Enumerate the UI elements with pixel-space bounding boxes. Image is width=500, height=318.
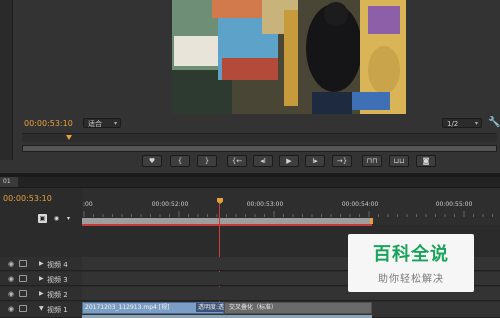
ruler-label: 00:00:55:00 xyxy=(435,201,473,208)
video-frame-image xyxy=(172,0,406,114)
playback-resolution-value: 1/2 xyxy=(447,120,459,128)
ruler-label: 00:00:53:00 xyxy=(246,201,284,208)
watermark-subtitle: 助你轻松解决 xyxy=(378,274,444,285)
collapse-triangle-icon[interactable]: ▼ xyxy=(39,305,44,312)
transition-label: 交叉叠化（标准） xyxy=(229,304,278,311)
add-marker-icon[interactable]: ◉ xyxy=(52,214,61,223)
eye-icon[interactable]: ◉ xyxy=(8,260,14,268)
marker-icon[interactable]: ▾ xyxy=(64,214,73,223)
ruler-label: 00:00:54:00 xyxy=(341,201,379,208)
mark-out-button[interactable]: } xyxy=(197,155,217,167)
watermark-title: 百科全说 xyxy=(373,244,449,265)
timeline-ruler[interactable]: :00 00:00:52:00 00:00:53:00 00:00:54:00 … xyxy=(82,189,500,226)
track-label: 视频 2 xyxy=(47,291,68,299)
step-back-button[interactable]: ◂I xyxy=(253,155,273,167)
zoom-fit-dropdown[interactable]: 适合 ▾ xyxy=(83,118,121,128)
film-icon[interactable] xyxy=(19,275,27,282)
go-to-out-button[interactable]: →} xyxy=(332,155,352,167)
video-preview xyxy=(172,0,406,114)
zoom-fit-value: 适合 xyxy=(88,120,102,128)
step-forward-button[interactable]: I▸ xyxy=(305,155,325,167)
wrench-icon[interactable]: 🔧 xyxy=(488,117,500,128)
monitor-time-ruler[interactable] xyxy=(22,133,497,142)
film-icon[interactable] xyxy=(19,260,27,267)
film-icon[interactable] xyxy=(19,305,27,312)
timeline-tab-bar: 01 xyxy=(0,177,500,188)
monitor-zoom-scrollbar[interactable] xyxy=(22,145,497,152)
mark-in-button[interactable]: { xyxy=(170,155,190,167)
track-header-video-2[interactable]: ◉ ▶ 视频 2 xyxy=(0,287,82,301)
clip-tag: [视] xyxy=(158,304,170,311)
timeline-timecode[interactable]: 00:00:53:10 xyxy=(3,194,52,203)
ruler-label: 00:00:52:00 xyxy=(151,201,189,208)
monitor-timecode[interactable]: 00:00:53:10 xyxy=(24,119,73,128)
track-header-video-3[interactable]: ◉ ▶ 视频 3 xyxy=(0,272,82,286)
cross-dissolve-transition[interactable]: 交叉叠化（标准） xyxy=(224,302,372,314)
go-to-in-button[interactable]: {← xyxy=(227,155,247,167)
eye-icon[interactable]: ◉ xyxy=(8,290,14,298)
track-label: 视频 3 xyxy=(47,276,68,284)
clip-name: 20171203_112913.mp4 xyxy=(85,304,157,311)
track-header-video-4[interactable]: ◉ ▶ 视频 4 xyxy=(0,257,82,271)
transport-controls: ♥ {} {← ◂I ▶ I▸ →} ⊓⊓ ⊔⊔ ◙ xyxy=(0,155,500,169)
tab-sequence[interactable]: 01 xyxy=(0,177,18,187)
eye-icon[interactable]: ◉ xyxy=(8,275,14,283)
snap-icon[interactable]: ▣ xyxy=(38,214,47,223)
eye-icon[interactable]: ◉ xyxy=(8,305,14,313)
track-label: 视频 4 xyxy=(47,261,68,269)
watermark-logo: 百科全说 助你轻松解决 xyxy=(348,234,474,292)
chevron-down-icon: ▾ xyxy=(113,120,117,127)
render-status-bar xyxy=(82,224,372,226)
expand-triangle-icon[interactable]: ▶ xyxy=(39,260,44,267)
chevron-down-icon: ▾ xyxy=(474,120,478,127)
source-panel-edge xyxy=(0,0,13,160)
ruler-label: :00 xyxy=(83,201,93,208)
lift-button[interactable]: ⊓⊓ xyxy=(362,155,382,167)
film-icon[interactable] xyxy=(19,290,27,297)
track-header-video-1[interactable]: ◉ ▼ 视频 1 xyxy=(0,302,82,318)
track-label: 视频 1 xyxy=(47,306,68,314)
add-marker-button[interactable]: ♥ xyxy=(142,155,162,167)
export-frame-button[interactable]: ◙ xyxy=(416,155,436,167)
expand-triangle-icon[interactable]: ▶ xyxy=(39,275,44,282)
program-monitor: 00:00:53:10 适合 ▾ 1/2 ▾ 🔧 ♥ {} {← ◂I ▶ I▸ →} ⊓⊓ ⊔… xyxy=(0,0,500,173)
playback-resolution-dropdown[interactable]: 1/2 ▾ xyxy=(442,118,482,128)
ruler-ticks xyxy=(83,211,493,217)
extract-button[interactable]: ⊔⊔ xyxy=(389,155,409,167)
play-button[interactable]: ▶ xyxy=(279,155,299,167)
expand-triangle-icon[interactable]: ▶ xyxy=(39,290,44,297)
